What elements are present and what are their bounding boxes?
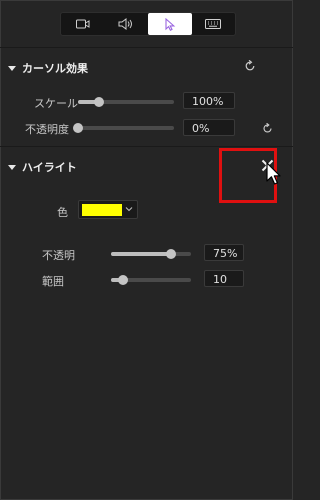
tab-cursor[interactable] bbox=[148, 13, 192, 35]
caret-down-icon bbox=[8, 164, 16, 170]
speaker-icon bbox=[118, 18, 133, 30]
video-camera-icon bbox=[75, 19, 90, 29]
range-slider-thumb[interactable] bbox=[118, 275, 128, 285]
reset-cursor-effects-button[interactable] bbox=[243, 59, 257, 73]
range-value-input[interactable]: 10 bbox=[204, 270, 244, 287]
highlight-header[interactable]: ハイライト bbox=[8, 159, 77, 175]
reset-icon bbox=[263, 122, 272, 132]
range-label: 範囲 bbox=[42, 275, 64, 288]
divider bbox=[0, 146, 293, 147]
reset-opacity-button[interactable] bbox=[260, 121, 274, 135]
cursor-effects-header[interactable]: カーソル効果 bbox=[8, 60, 88, 76]
highlight-opacity-slider[interactable] bbox=[111, 249, 191, 259]
opacity-slider-thumb[interactable] bbox=[73, 123, 83, 133]
cursor-effects-title: カーソル効果 bbox=[22, 62, 88, 75]
divider bbox=[0, 47, 293, 48]
mouse-pointer-icon bbox=[266, 162, 281, 185]
color-swatch bbox=[82, 204, 122, 216]
opacity-value-input[interactable]: 0% bbox=[183, 119, 235, 136]
highlight-opacity-value-input[interactable]: 75% bbox=[204, 244, 244, 261]
scale-value-input[interactable]: 100% bbox=[183, 92, 235, 109]
highlight-opacity-slider-fill bbox=[111, 252, 171, 256]
highlight-opacity-slider-thumb[interactable] bbox=[166, 249, 176, 259]
tab-keyboard[interactable] bbox=[192, 13, 236, 35]
highlight-opacity-label: 不透明 bbox=[42, 249, 75, 262]
opacity-label: 不透明度 bbox=[25, 123, 69, 136]
color-dropdown[interactable] bbox=[78, 200, 138, 219]
chevron-down-icon bbox=[125, 207, 133, 212]
range-slider[interactable] bbox=[111, 275, 191, 285]
tab-bar bbox=[60, 12, 236, 36]
cursor-pointer-icon bbox=[165, 17, 176, 31]
scale-label: スケール bbox=[34, 97, 78, 110]
reset-icon bbox=[245, 60, 255, 71]
color-label: 色 bbox=[57, 206, 68, 219]
tab-audio[interactable] bbox=[105, 13, 149, 35]
opacity-slider[interactable] bbox=[73, 123, 174, 133]
scale-slider[interactable] bbox=[78, 97, 174, 107]
tab-video[interactable] bbox=[61, 13, 105, 35]
highlight-title: ハイライト bbox=[22, 161, 77, 174]
keyboard-icon bbox=[205, 19, 222, 29]
caret-down-icon bbox=[8, 65, 16, 71]
